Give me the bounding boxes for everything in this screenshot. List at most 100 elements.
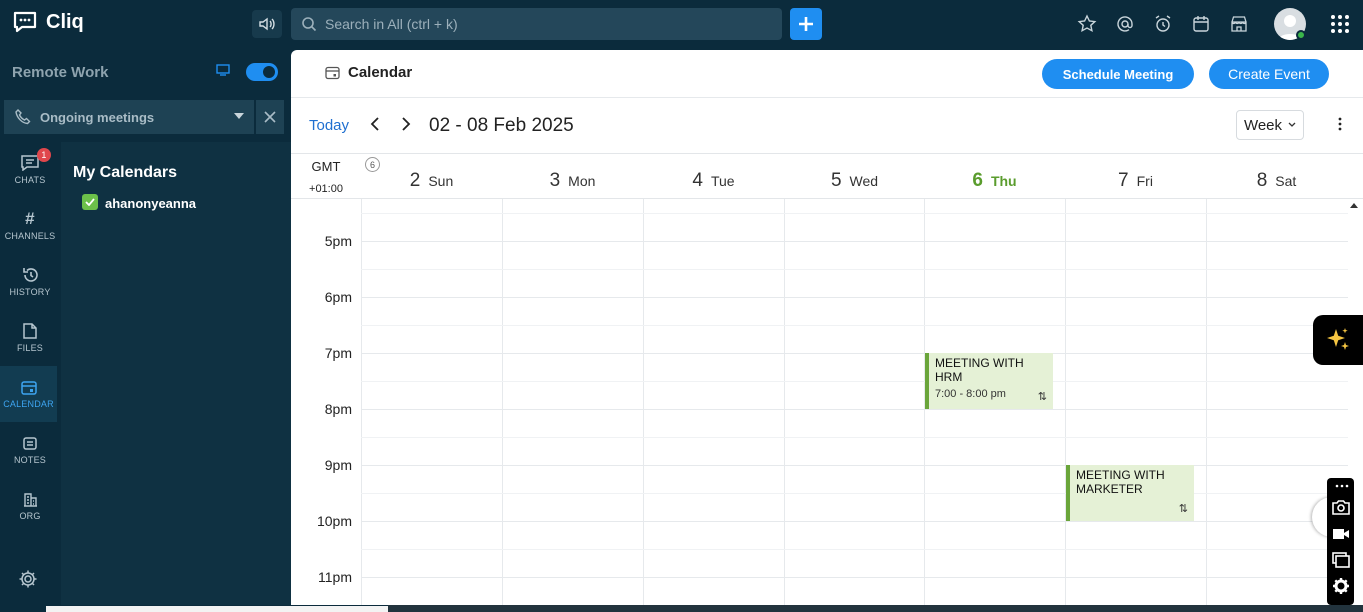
- notes-icon: [23, 436, 37, 450]
- camera-icon: [1332, 500, 1350, 515]
- toolbar-settings-button[interactable]: [1331, 576, 1351, 596]
- today-button[interactable]: Today: [309, 117, 349, 134]
- speaker-button[interactable]: [252, 10, 282, 38]
- rail-label-chats: CHATS: [14, 175, 46, 185]
- rail-label-history: HISTORY: [9, 287, 51, 297]
- presence-status-icon: [1296, 30, 1306, 40]
- ongoing-meetings-dropdown[interactable]: Ongoing meetings: [4, 100, 254, 134]
- calendar-icon: [325, 66, 340, 79]
- new-action-button[interactable]: [790, 8, 822, 40]
- more-options-icon[interactable]: [1332, 116, 1348, 132]
- half-hour-line: [361, 437, 1348, 438]
- reminders-button[interactable]: [1153, 14, 1173, 34]
- date-range: 02 - 08 Feb 2025: [429, 115, 574, 136]
- day-header-sun[interactable]: 2 Sun: [361, 170, 502, 192]
- calendar-checkbox[interactable]: [82, 194, 98, 210]
- day-number: 7: [1118, 170, 1129, 191]
- rail-item-notes[interactable]: NOTES: [0, 422, 60, 478]
- search-bar[interactable]: [291, 8, 782, 40]
- rail-item-files[interactable]: FILES: [0, 310, 60, 366]
- day-header-tue[interactable]: 4 Tue: [643, 170, 784, 192]
- day-header-mon[interactable]: 3 Mon: [502, 170, 643, 192]
- time-label: 8pm: [324, 401, 352, 417]
- chevron-right-icon[interactable]: [397, 116, 413, 132]
- search-input[interactable]: [325, 16, 765, 32]
- calendar-shortcut-button[interactable]: [1191, 14, 1211, 34]
- event-title: MEETING WITH MARKETER: [1076, 468, 1165, 496]
- rail-item-chats[interactable]: CHATS 1: [0, 142, 60, 198]
- side-toolbar: [1327, 478, 1354, 605]
- apps-grid-icon: [1331, 15, 1349, 33]
- create-event-button[interactable]: Create Event: [1209, 59, 1329, 89]
- left-rail: CHATS 1 # CHANNELS HISTORY FILES CALENDA…: [0, 142, 61, 612]
- star-button[interactable]: [1077, 14, 1097, 34]
- rail-item-org[interactable]: ORG: [0, 478, 60, 534]
- hour-line: [361, 465, 1348, 466]
- ai-assistant-button[interactable]: [1313, 315, 1363, 365]
- grid-column-divider: [361, 199, 362, 605]
- bottom-scroll-thumb[interactable]: [46, 606, 388, 612]
- window-capture-button[interactable]: [1331, 550, 1351, 570]
- close-ongoing-button[interactable]: [256, 100, 284, 134]
- unread-badge: 1: [37, 148, 51, 162]
- video-record-button[interactable]: [1331, 524, 1351, 544]
- calendar-grid[interactable]: 4pm5pm6pm7pm8pm9pm10pm11pmMEETING WITH H…: [291, 199, 1348, 605]
- day-number: 3: [549, 170, 561, 191]
- screenshot-button[interactable]: [1331, 497, 1351, 517]
- scroll-up-arrow-icon[interactable]: [1350, 203, 1358, 208]
- time-label: 6pm: [324, 289, 352, 305]
- at-icon: [1117, 16, 1133, 32]
- time-label: 9pm: [324, 457, 352, 473]
- rail-label-notes: NOTES: [13, 454, 46, 465]
- day-name: Sat: [1275, 173, 1297, 189]
- store-button[interactable]: [1229, 14, 1249, 34]
- day-name: Tue: [710, 173, 735, 189]
- mentions-button[interactable]: [1115, 14, 1135, 34]
- chevron-left-icon[interactable]: [368, 116, 384, 132]
- half-hour-line: [361, 493, 1348, 494]
- day-name: Mon: [568, 173, 596, 189]
- file-icon: [23, 323, 37, 339]
- monitor-icon[interactable]: [216, 64, 230, 76]
- day-header-sat[interactable]: 8 Sat: [1206, 170, 1347, 192]
- calendar-event[interactable]: MEETING WITH MARKETER ⇅: [1066, 465, 1194, 521]
- calendar-header: [291, 50, 1363, 98]
- view-select-value: Week: [1243, 116, 1283, 134]
- day-header-fri[interactable]: 7 Fri: [1065, 170, 1206, 192]
- rail-item-calendar[interactable]: CALENDAR: [0, 366, 57, 422]
- ongoing-meetings-label: Ongoing meetings: [40, 109, 155, 125]
- apps-grid-button[interactable]: [1330, 14, 1350, 34]
- rail-item-channels[interactable]: # CHANNELS: [0, 198, 60, 254]
- day-header-wed[interactable]: 5 Wed: [784, 170, 925, 192]
- app-logo[interactable]: Cliq: [12, 10, 84, 34]
- video-icon: [1333, 529, 1349, 539]
- workspace-title[interactable]: Remote Work: [12, 64, 108, 81]
- hour-line: [361, 241, 1348, 242]
- rail-label-org: ORG: [19, 510, 41, 521]
- hour-line: [361, 521, 1348, 522]
- workspace-toggle[interactable]: [246, 63, 278, 81]
- event-title: MEETING WITH HRM: [935, 356, 1024, 384]
- rail-label-files: FILES: [16, 343, 43, 353]
- hour-line: [361, 353, 1348, 354]
- history-icon: [22, 268, 38, 282]
- view-select[interactable]: Week: [1236, 110, 1304, 140]
- day-header-thu[interactable]: 6 Thu: [924, 170, 1065, 192]
- cliq-logo-icon: [13, 11, 37, 33]
- page-title-text: Calendar: [348, 64, 413, 81]
- day-number: 5: [830, 170, 842, 191]
- day-number: 4: [692, 170, 703, 191]
- alarm-clock-icon: [1155, 15, 1171, 32]
- plus-icon: [799, 17, 813, 31]
- rail-item-history[interactable]: HISTORY: [0, 254, 60, 310]
- day-number: 8: [1256, 170, 1268, 191]
- schedule-meeting-button[interactable]: Schedule Meeting: [1042, 59, 1194, 89]
- phone-icon: [15, 109, 31, 125]
- calendar-event[interactable]: MEETING WITH HRM 7:00 - 8:00 pm ⇅: [925, 353, 1053, 409]
- time-label: 10pm: [316, 513, 352, 529]
- half-hour-line: [361, 213, 1348, 214]
- calendar-name[interactable]: ahanonyeanna: [105, 196, 196, 211]
- toolbar-more[interactable]: [1331, 480, 1351, 492]
- speaker-icon: [259, 17, 275, 31]
- settings-gear-icon[interactable]: [18, 569, 38, 589]
